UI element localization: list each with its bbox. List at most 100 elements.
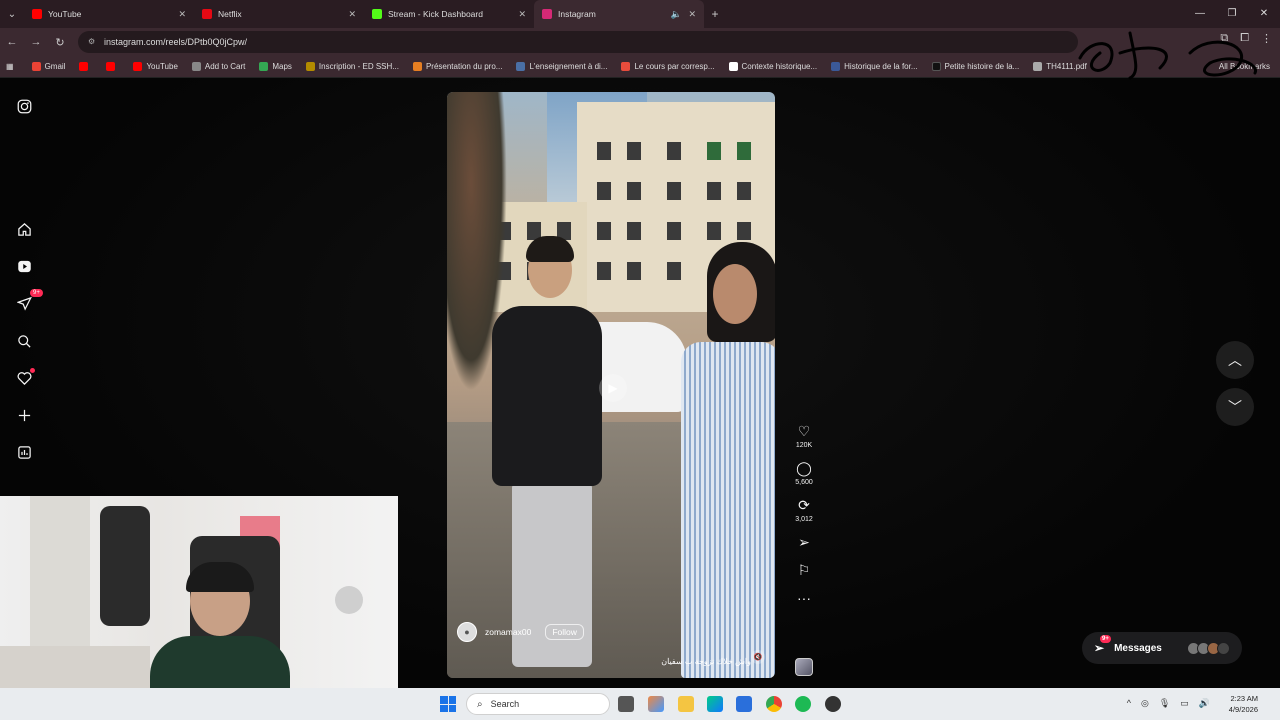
bookmark-enseignement[interactable]: L'enseignement à di... <box>516 62 607 71</box>
bookmark-maps[interactable]: Maps <box>259 62 292 71</box>
bookmark-petite-histoire[interactable]: Petite histoire de la... <box>931 62 1019 71</box>
kick-icon <box>372 9 382 19</box>
edge-icon[interactable] <box>707 696 723 712</box>
notification-badge: 9+ <box>30 289 43 297</box>
tab-label: YouTube <box>48 9 82 19</box>
bookmark-icon: ⚐ <box>797 562 811 578</box>
volume-icon[interactable]: 🔊 <box>1199 698 1210 709</box>
taskbar-clock[interactable]: 2:23 AM 4/9/2026 <box>1229 693 1258 715</box>
tab-kick[interactable]: Stream - Kick Dashboard ✕ <box>364 0 534 28</box>
clock-time: 2:23 AM <box>1230 694 1258 703</box>
username[interactable]: zomamax00 <box>485 627 531 637</box>
store-icon[interactable] <box>736 696 752 712</box>
close-icon[interactable]: ✕ <box>178 9 186 20</box>
bookmark-contexte[interactable]: Contexte historique... <box>728 62 817 71</box>
audio-track-thumbnail[interactable] <box>795 658 813 676</box>
tab-netflix[interactable]: Netflix ✕ <box>194 0 364 28</box>
netflix-icon <box>202 9 212 19</box>
share-button[interactable]: ➢ <box>789 533 819 551</box>
forward-button[interactable]: → <box>24 36 48 48</box>
reels-icon[interactable] <box>14 256 34 276</box>
like-button[interactable]: ♡ 120K <box>789 422 819 449</box>
save-button[interactable]: ⚐ <box>789 561 819 579</box>
tab-youtube[interactable]: YouTube ✕ <box>24 0 194 28</box>
more-options-button[interactable]: ··· <box>789 589 819 607</box>
more-icon: ··· <box>797 590 811 606</box>
microphone-icon[interactable]: 🎙 <box>1159 698 1170 709</box>
reload-button[interactable]: ↻ <box>48 36 72 49</box>
site-icon <box>305 62 315 71</box>
apps-icon[interactable]: ▦ <box>6 62 14 71</box>
file-explorer-icon[interactable] <box>678 696 694 712</box>
bookmark-add-to-cart[interactable]: Add to Cart <box>191 62 245 71</box>
search-placeholder: Search <box>490 699 520 709</box>
mute-icon[interactable]: 🔇 <box>751 650 765 664</box>
display-icon[interactable]: ▭ <box>1180 698 1189 709</box>
previous-reel-button[interactable]: ︿ <box>1216 341 1254 379</box>
reel-caption[interactable]: واش خلاك تزوجة ب سفيان <box>661 657 751 666</box>
bookmark-historique[interactable]: Historique de la for... <box>831 62 918 71</box>
bookmark-youtube-1[interactable] <box>79 62 92 71</box>
windows-start-icon[interactable] <box>440 696 456 712</box>
new-tab-button[interactable]: + <box>704 7 726 21</box>
copilot-icon[interactable] <box>648 696 664 712</box>
globe-icon <box>191 62 201 71</box>
signature-overlay <box>1078 31 1257 80</box>
instagram-logo-icon[interactable] <box>14 96 34 116</box>
messages-button[interactable]: ➢ 9+ Messages <box>1082 632 1242 664</box>
network-icon[interactable]: ◎ <box>1141 698 1149 709</box>
bookmark-youtube-2[interactable] <box>106 62 119 71</box>
reel-actions: ♡ 120K ◯ 5,600 ⟳ 3,012 ➢ ⚐ ··· <box>789 422 819 617</box>
tab-search-icon[interactable]: ⌄ <box>0 0 24 28</box>
youtube-icon <box>106 62 116 71</box>
bookmark-gmail[interactable]: Gmail <box>31 62 65 71</box>
search-icon: ⌕ <box>477 698 483 710</box>
site-icon <box>412 62 422 71</box>
bookmark-inscription[interactable]: Inscription - ED SSH... <box>305 62 399 71</box>
chevron-up-icon: ︿ <box>1228 352 1242 368</box>
play-icon[interactable]: ▶ <box>599 374 627 402</box>
clock-date: 4/9/2026 <box>1228 705 1258 714</box>
search-icon[interactable] <box>14 331 34 351</box>
bookmark-cours[interactable]: Le cours par corresp... <box>621 62 715 71</box>
bookmark-presentation[interactable]: Présentation du pro... <box>412 62 502 71</box>
chrome-icon[interactable] <box>766 696 782 712</box>
bookmark-youtube-3[interactable]: YouTube <box>133 62 178 71</box>
next-reel-button[interactable]: ﹀ <box>1216 388 1254 426</box>
dashboard-icon[interactable] <box>14 442 34 462</box>
chevron-up-icon[interactable]: ^ <box>1127 698 1131 709</box>
reel-video[interactable]: ▶ ● zomamax00 Follow واش خلاك تزوجة ب سف… <box>447 92 775 678</box>
messages-badge: 9+ <box>1100 635 1111 643</box>
maps-icon <box>259 62 269 71</box>
address-bar[interactable]: ⚙ instagram.com/reels/DPtb0Q0jCpw/ <box>78 31 1078 53</box>
audio-icon[interactable]: 🔈 <box>671 9 682 20</box>
repost-icon: ⟳ <box>798 497 810 513</box>
app-icon[interactable] <box>825 696 841 712</box>
tab-label: Stream - Kick Dashboard <box>388 9 483 19</box>
site-info-icon[interactable]: ⚙ <box>88 37 98 47</box>
close-icon[interactable]: ✕ <box>348 9 356 20</box>
comment-button[interactable]: ◯ 5,600 <box>789 459 819 486</box>
create-plus-icon[interactable] <box>14 405 34 425</box>
message-avatars <box>1187 641 1230 655</box>
youtube-icon <box>133 62 143 71</box>
home-icon[interactable] <box>14 219 34 239</box>
follow-button[interactable]: Follow <box>545 624 584 640</box>
close-icon[interactable]: ✕ <box>518 9 526 20</box>
back-button[interactable]: ← <box>0 36 24 48</box>
taskbar-search[interactable]: ⌕ Search <box>466 693 610 715</box>
notifications-heart-icon[interactable] <box>14 368 35 388</box>
reel-author: ● zomamax00 Follow <box>457 622 584 642</box>
send-icon: ➢ <box>798 534 810 550</box>
repost-count: 3,012 <box>795 516 813 523</box>
spotify-icon[interactable] <box>795 696 811 712</box>
messages-label: Messages <box>1114 642 1162 654</box>
close-icon[interactable]: ✕ <box>688 9 696 20</box>
direct-messages-icon[interactable]: 9+ <box>14 289 43 313</box>
tab-instagram[interactable]: Instagram 🔈 ✕ <box>534 0 704 28</box>
avatar[interactable]: ● <box>457 622 477 642</box>
person-left <box>482 236 602 672</box>
repost-button[interactable]: ⟳ 3,012 <box>789 496 819 523</box>
url-text: instagram.com/reels/DPtb0Q0jCpw/ <box>104 37 248 47</box>
task-view-icon[interactable] <box>618 696 634 712</box>
